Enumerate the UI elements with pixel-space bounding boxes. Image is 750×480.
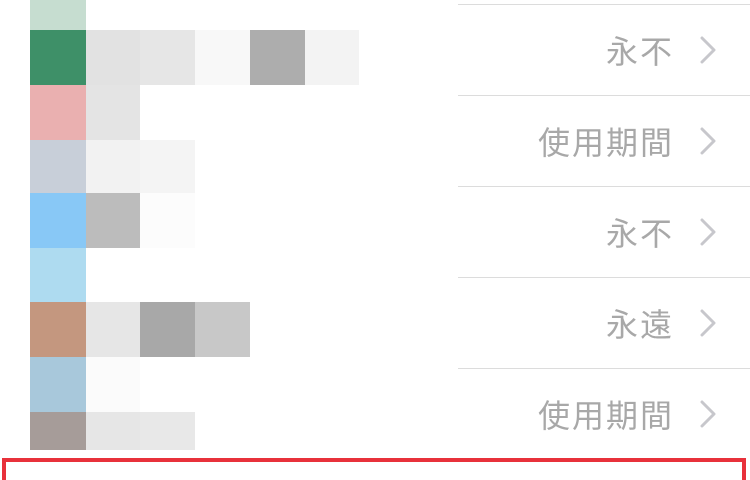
redacted-block xyxy=(140,30,195,85)
redacted-block xyxy=(195,302,250,357)
chevron-right-icon xyxy=(692,216,724,248)
redacted-block xyxy=(30,85,86,140)
settings-row[interactable]: 永不 xyxy=(458,4,750,94)
row-value: 永不 xyxy=(605,214,674,253)
chevron-right-icon xyxy=(692,34,724,66)
redacted-block xyxy=(30,30,86,85)
redacted-block xyxy=(30,140,86,193)
redacted-block xyxy=(86,140,140,193)
highlight-box[interactable] xyxy=(2,458,746,480)
row-value: 永遠 xyxy=(605,305,674,344)
redacted-block xyxy=(30,193,86,248)
row-value: 使用期間 xyxy=(537,123,674,162)
redacted-block xyxy=(195,30,250,85)
settings-row[interactable]: 使用期間 xyxy=(458,95,750,185)
redacted-block xyxy=(30,357,86,412)
redacted-block xyxy=(30,302,86,357)
redacted-labels xyxy=(30,0,360,452)
settings-row[interactable]: 使用期間 xyxy=(458,368,750,458)
redacted-block xyxy=(86,193,140,248)
redacted-block xyxy=(30,248,86,302)
redacted-block xyxy=(305,30,359,85)
redacted-block xyxy=(86,357,140,412)
redacted-block xyxy=(86,85,140,140)
chevron-right-icon xyxy=(692,398,724,430)
redacted-block xyxy=(140,140,195,193)
settings-screen: 永不 使用期間 永不 永遠 使用期間 xyxy=(0,0,750,480)
row-value: 永不 xyxy=(605,32,674,71)
redacted-block xyxy=(86,30,140,85)
redacted-block xyxy=(86,412,140,450)
chevron-right-icon xyxy=(692,307,724,339)
redacted-block xyxy=(140,193,195,248)
settings-row[interactable]: 永遠 xyxy=(458,277,750,367)
redacted-block xyxy=(30,0,86,30)
row-value: 使用期間 xyxy=(537,396,674,435)
redacted-block xyxy=(140,412,195,450)
redacted-block xyxy=(86,302,140,357)
redacted-block xyxy=(250,30,305,85)
redacted-block xyxy=(30,412,86,450)
chevron-right-icon xyxy=(692,125,724,157)
settings-row[interactable]: 永不 xyxy=(458,186,750,276)
redacted-block xyxy=(140,302,195,357)
